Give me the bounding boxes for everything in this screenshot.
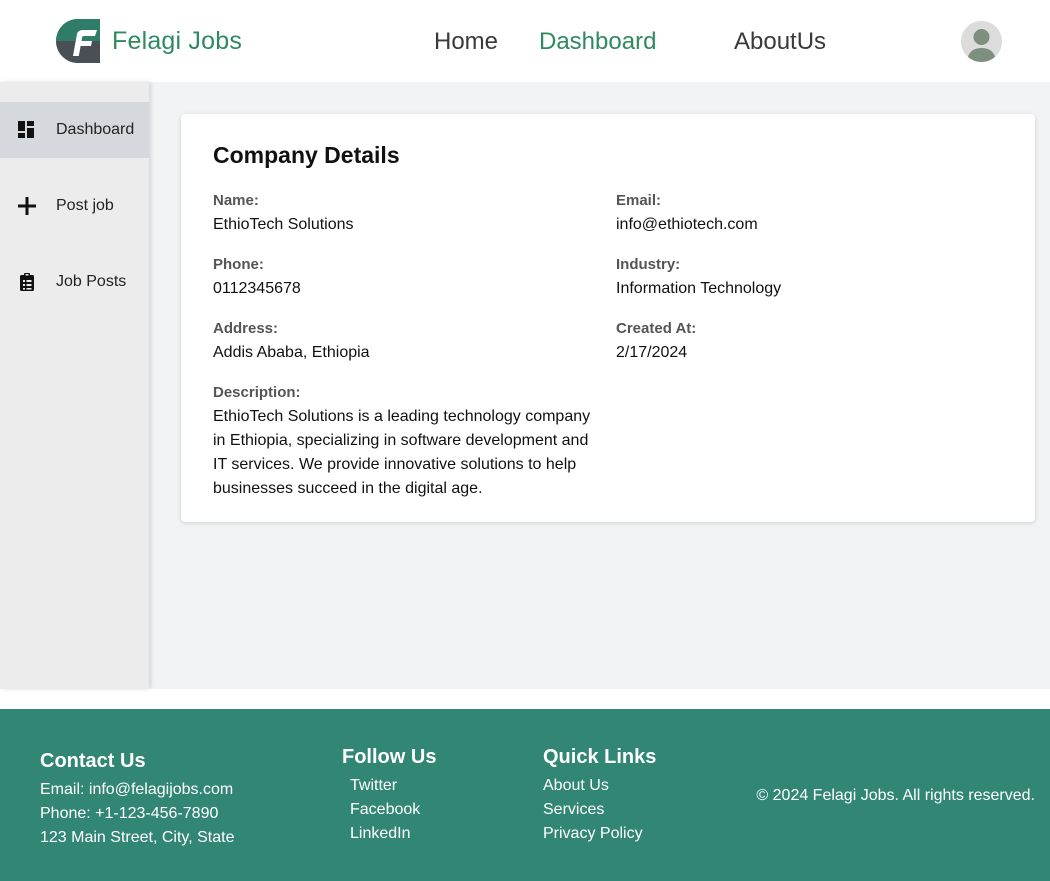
- field-label: Created At:: [616, 320, 697, 337]
- field-value: 2/17/2024: [616, 344, 688, 361]
- company-fields-grid: Name: EthioTech Solutions Email: info@et…: [213, 189, 1003, 501]
- sidebar-item-post-job[interactable]: Post job: [0, 178, 149, 234]
- field-phone: Phone: 0112345678: [213, 253, 616, 301]
- footer-heading: Quick Links: [543, 746, 657, 768]
- field-label: Email:: [616, 192, 662, 209]
- main-content-area: Dashboard Post job Job Posts Company Det…: [0, 82, 1050, 689]
- brand[interactable]: Felagi Jobs: [55, 18, 242, 64]
- field-email: Email: info@ethiotech.com: [616, 189, 996, 237]
- footer-follow: Follow Us Twitter Facebook LinkedIn: [342, 744, 436, 846]
- footer-heading: Follow Us: [342, 746, 437, 768]
- field-label: Name:: [213, 192, 259, 209]
- copyright-text: © 2024 Felagi Jobs. All rights reserved.: [756, 787, 1035, 804]
- field-label: Description:: [213, 384, 301, 401]
- footer-contact: Contact Us Email: info@felagijobs.com Ph…: [40, 748, 234, 850]
- nav-home-link[interactable]: Home: [434, 27, 498, 57]
- footer: Contact Us Email: info@felagijobs.com Ph…: [0, 709, 1050, 881]
- company-details-card: Company Details Name: EthioTech Solution…: [181, 114, 1035, 522]
- sidebar-item-label: Post job: [56, 197, 114, 214]
- footer-contact-address: 123 Main Street, City, State: [40, 829, 235, 846]
- sidebar: Dashboard Post job Job Posts: [0, 82, 149, 689]
- footer-contact-email: Email: info@felagijobs.com: [40, 781, 234, 798]
- footer-contact-phone: Phone: +1-123-456-7890: [40, 805, 219, 822]
- field-value: EthioTech Solutions is a leading technol…: [213, 408, 591, 497]
- field-name: Name: EthioTech Solutions: [213, 189, 616, 237]
- sidebar-item-dashboard[interactable]: Dashboard: [0, 102, 149, 158]
- field-industry: Industry: Information Technology: [616, 253, 996, 301]
- field-value: Addis Ababa, Ethiopia: [213, 344, 370, 361]
- felagi-logo-icon: [56, 19, 100, 63]
- sidebar-item-job-posts[interactable]: Job Posts: [0, 254, 149, 310]
- field-value: 0112345678: [213, 280, 301, 297]
- top-navbar: Felagi Jobs Home Dashboard AboutUs: [0, 0, 1050, 82]
- sidebar-item-label: Dashboard: [56, 121, 135, 138]
- nav-about-link[interactable]: AboutUs: [734, 27, 826, 57]
- field-value: Information Technology: [616, 280, 782, 297]
- twitter-link[interactable]: Twitter: [342, 774, 436, 798]
- field-value: EthioTech Solutions: [213, 216, 354, 233]
- dashboard-icon: [17, 120, 37, 140]
- footer-quick-links: Quick Links About Us Services Privacy Po…: [543, 744, 656, 846]
- footer-heading: Contact Us: [40, 750, 146, 772]
- field-label: Address:: [213, 320, 279, 337]
- facebook-link[interactable]: Facebook: [342, 798, 436, 822]
- field-address: Address: Addis Ababa, Ethiopia: [213, 317, 616, 365]
- services-link[interactable]: Services: [543, 798, 656, 822]
- user-avatar-icon: [961, 21, 1002, 62]
- clipboard-icon: [17, 272, 37, 292]
- nav-dashboard-link[interactable]: Dashboard: [539, 27, 656, 57]
- field-label: Industry:: [616, 256, 681, 273]
- brand-name: Felagi Jobs: [112, 26, 243, 55]
- field-value: info@ethiotech.com: [616, 216, 758, 233]
- field-label: Phone:: [213, 256, 264, 273]
- linkedin-link[interactable]: LinkedIn: [342, 822, 436, 846]
- sidebar-item-label: Job Posts: [56, 273, 127, 290]
- user-avatar[interactable]: [961, 21, 1002, 62]
- field-description: Description: EthioTech Solutions is a le…: [213, 381, 616, 501]
- about-us-link[interactable]: About Us: [543, 774, 656, 798]
- field-created-at: Created At: 2/17/2024: [616, 317, 996, 365]
- plus-icon: [17, 196, 37, 216]
- privacy-policy-link[interactable]: Privacy Policy: [543, 822, 656, 846]
- card-title: Company Details: [213, 142, 400, 168]
